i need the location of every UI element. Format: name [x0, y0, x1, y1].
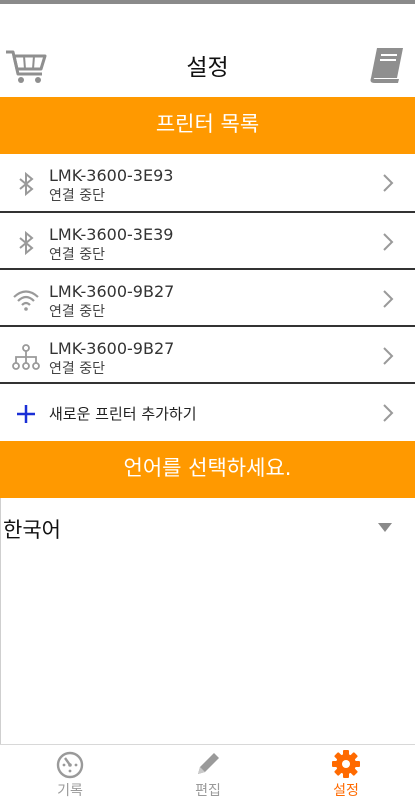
printer-item[interactable]: LMK-3600-3E39 연결 중단 [0, 213, 415, 270]
printer-status: 연결 중단 [49, 188, 105, 204]
printer-list-header: 프린터 목록 [0, 97, 415, 154]
add-printer-button[interactable]: 새로운 프린터 추가하기 [0, 384, 415, 441]
printer-name: LMK-3600-9B27 [49, 282, 175, 301]
network-icon [12, 344, 40, 370]
gear-icon [332, 750, 360, 778]
tab-settings[interactable]: 설정 [306, 745, 386, 800]
tab-label: 기록 [57, 783, 83, 799]
printer-name: LMK-3600-9B27 [49, 339, 175, 358]
pencil-icon [198, 753, 219, 774]
printer-item[interactable]: LMK-3600-9B27 연결 중단 [0, 327, 415, 384]
bluetooth-icon [19, 230, 34, 256]
tab-edit[interactable]: 편집 [168, 745, 248, 800]
add-printer-label: 새로운 프린터 추가하기 [49, 405, 197, 423]
dropdown-caret-icon [378, 523, 392, 532]
wifi-icon [13, 290, 39, 311]
chevron-right-icon [383, 233, 394, 251]
language-select[interactable]: 한국어 [0, 498, 415, 558]
book-icon[interactable] [367, 46, 407, 84]
page-title: 설정 [186, 55, 229, 81]
printer-item[interactable]: LMK-3600-3E93 연결 중단 [0, 154, 415, 211]
printer-status: 연결 중단 [49, 304, 105, 320]
chevron-right-icon [383, 174, 394, 192]
printer-status: 연결 중단 [49, 361, 105, 377]
tab-label: 설정 [333, 783, 359, 799]
timer-icon [56, 751, 84, 779]
bluetooth-icon [19, 171, 34, 197]
tab-records[interactable]: 기록 [30, 745, 110, 800]
language-selected-value: 한국어 [3, 518, 61, 542]
plus-icon [17, 405, 35, 423]
chevron-right-icon [383, 347, 394, 365]
printer-status: 연결 중단 [49, 247, 105, 263]
chevron-right-icon [383, 290, 394, 308]
printer-name: LMK-3600-3E93 [49, 166, 174, 185]
printer-name: LMK-3600-3E39 [49, 225, 174, 244]
chevron-right-icon [383, 404, 394, 422]
app-header: 설정 [0, 4, 415, 97]
tab-label: 편집 [195, 783, 221, 799]
bottom-tab-bar: 기록 편집 설정 [0, 744, 415, 800]
printer-item[interactable]: LMK-3600-9B27 연결 중단 [0, 270, 415, 327]
language-section-header: 언어를 선택하세요. [0, 441, 415, 498]
